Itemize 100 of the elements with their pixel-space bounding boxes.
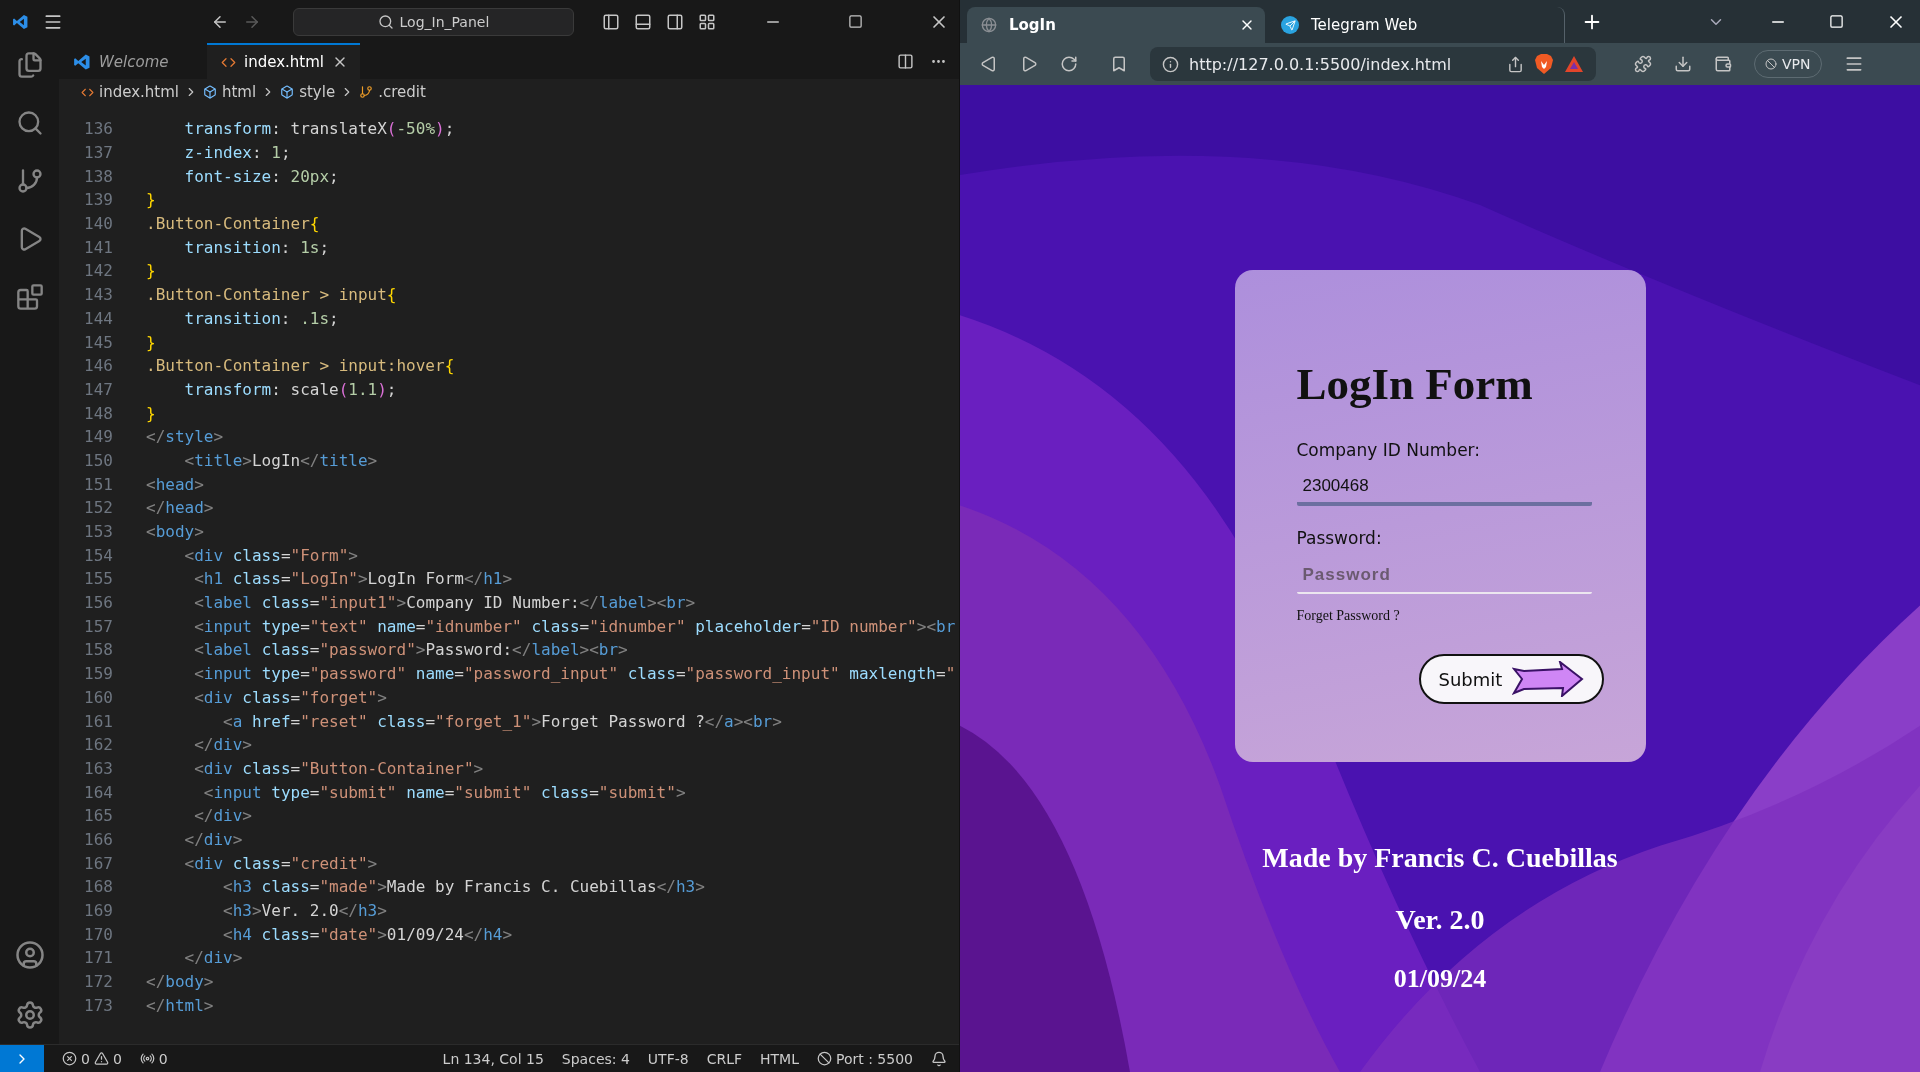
line-number: 145	[83, 332, 113, 352]
account-icon[interactable]	[14, 940, 45, 970]
code-line: <div class="Button-Container">	[193, 758, 484, 778]
line-number: 141	[83, 237, 113, 257]
line-number: 149	[83, 427, 113, 447]
layout-icon[interactable]	[698, 12, 716, 31]
line-number: 170	[83, 924, 113, 944]
code-line: <input type="submit" name="submit" class="submit">	[202, 782, 686, 802]
code-line: </div>	[193, 735, 252, 755]
code-line: <title>LogIn</title>	[183, 450, 378, 470]
line-number: 172	[83, 972, 113, 992]
code-line: transition: .1s;	[183, 308, 339, 328]
triangle-icon[interactable]	[1564, 55, 1584, 73]
files-icon[interactable]	[15, 51, 44, 79]
globe-icon	[981, 17, 997, 33]
code-line: <h1 class="LogIn">LogIn Form</h1>	[193, 569, 513, 589]
status-item[interactable]: Ln 134, Col 15	[442, 1050, 544, 1067]
bell-icon[interactable]	[931, 1050, 947, 1067]
problems-indicator[interactable]: 0 0	[62, 1050, 122, 1067]
submit-button[interactable]: Submit	[1418, 654, 1604, 704]
status-item[interactable]: CRLF	[706, 1050, 743, 1067]
line-number: 148	[83, 403, 113, 423]
breadcrumb-item[interactable]: .credit	[378, 83, 426, 101]
bookmark-icon[interactable]	[1110, 55, 1128, 73]
line-number: 157	[83, 616, 113, 636]
code-line: </div>	[193, 806, 252, 826]
wallet-icon[interactable]	[1714, 55, 1732, 73]
breadcrumb-item[interactable]: style	[299, 83, 336, 101]
code-line: <h3>Ver. 2.0</h3>	[222, 901, 387, 921]
panel-left-icon[interactable]	[602, 12, 620, 31]
cube-icon	[203, 85, 217, 99]
line-number: 162	[83, 735, 113, 755]
search-icon	[377, 13, 394, 30]
code-line: </body>	[146, 972, 214, 992]
line-number: 139	[83, 190, 113, 210]
maximize-icon[interactable]	[848, 14, 863, 29]
code-line: z-index: 1;	[183, 143, 291, 163]
code-line: <h3 class="made">Made by Francis C. Cuebillas</h3>	[222, 877, 705, 897]
panel-right-icon[interactable]	[666, 12, 684, 31]
share-icon[interactable]	[1507, 55, 1524, 73]
status-item[interactable]: HTML	[760, 1050, 799, 1067]
branch-icon[interactable]	[15, 167, 44, 195]
breadcrumb-item[interactable]: html	[222, 83, 257, 101]
line-number: 163	[83, 758, 113, 778]
lion-shield-icon[interactable]	[1534, 53, 1554, 75]
input-field[interactable]: 2300468	[1296, 470, 1592, 506]
breadcrumb-item[interactable]: index.html	[99, 83, 179, 101]
arrow-icon	[1512, 661, 1585, 697]
extensions-icon[interactable]	[15, 283, 44, 311]
warning-icon	[93, 1051, 109, 1066]
browser-tab[interactable]: LogIn	[967, 7, 1265, 43]
puzzle-icon[interactable]	[1634, 55, 1652, 73]
line-number: 159	[83, 664, 113, 684]
ban-icon	[817, 1051, 832, 1066]
status-item[interactable]: UTF-8	[647, 1050, 689, 1067]
antenna-icon	[139, 1051, 155, 1066]
settings-icon[interactable]	[14, 1000, 45, 1030]
line-number: 154	[83, 545, 113, 565]
info-icon[interactable]	[1162, 55, 1179, 73]
line-number: 156	[83, 593, 113, 613]
split-editor-icon[interactable]	[897, 52, 914, 70]
line-number: 138	[83, 166, 113, 186]
code-line: <a href="reset" class="forget_1">Forget Password ?</a><br>	[222, 711, 782, 731]
download-icon[interactable]	[1674, 55, 1692, 73]
forgot-password-link[interactable]: Forget Password ?	[1296, 608, 1400, 624]
code-line: }	[146, 403, 156, 423]
status-item[interactable]: Spaces: 4	[561, 1050, 630, 1067]
code-line: <body>	[146, 522, 204, 542]
line-number: 165	[83, 806, 113, 826]
search-icon[interactable]	[15, 109, 44, 137]
panel-bottom-icon[interactable]	[634, 12, 652, 31]
line-number: 161	[83, 711, 113, 731]
forward-triangle-icon[interactable]	[1020, 55, 1038, 73]
code-line: </head>	[146, 498, 214, 518]
line-number: 143	[83, 285, 113, 305]
line-number: 167	[83, 853, 113, 873]
credit-text: Ver. 2.0	[1395, 904, 1485, 936]
code-line: .Button-Container > input:hover{	[146, 356, 455, 376]
command-search-field[interactable]: Log_In_Panel	[292, 7, 574, 36]
line-number: 169	[83, 901, 113, 921]
editor-tab[interactable]: index.html	[207, 43, 360, 79]
code-line: <head>	[146, 474, 204, 494]
reload-icon[interactable]	[1060, 55, 1078, 73]
field-label: Company ID Number:	[1296, 440, 1481, 460]
code-line: transform: translateX(-50%);	[183, 119, 455, 139]
ports-indicator[interactable]: 0	[139, 1050, 168, 1067]
address-bar[interactable]: http://127.0.0.1:5500/index.html	[1150, 47, 1596, 81]
code-line: transform: scale(1.1);	[183, 379, 397, 399]
code-line: .Button-Container{	[146, 214, 320, 234]
code-line: }	[146, 261, 156, 281]
code-line: font-size: 20px;	[183, 166, 339, 186]
line-number: 155	[83, 569, 113, 589]
line-number: 171	[83, 948, 113, 968]
input-field[interactable]: Password	[1296, 558, 1592, 594]
line-number: 136	[83, 119, 113, 139]
port-indicator[interactable]: Port : 5500	[817, 1050, 913, 1067]
back-triangle-icon[interactable]	[980, 55, 998, 73]
code-line: <div class="Form">	[183, 545, 358, 565]
line-number: 146	[83, 356, 113, 376]
code-line: </html>	[146, 995, 214, 1015]
